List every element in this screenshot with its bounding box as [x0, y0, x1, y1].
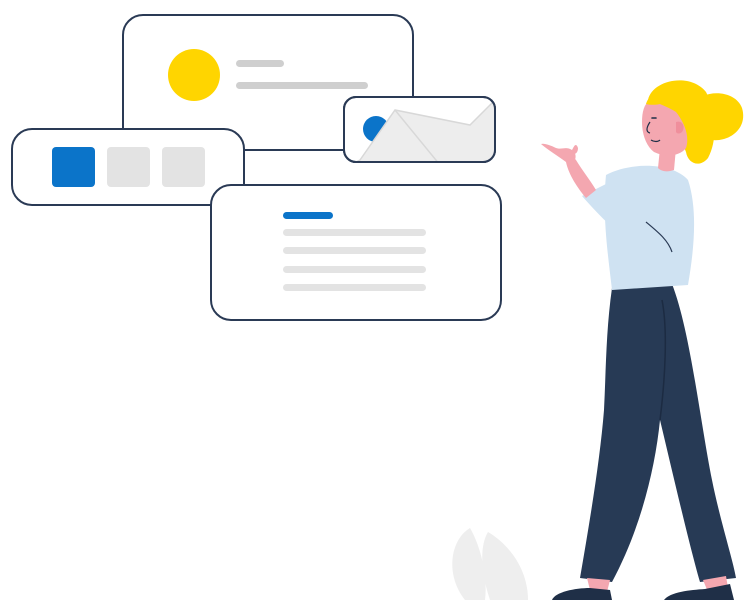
- shoe-left: [552, 588, 612, 600]
- text-card-line: [283, 266, 426, 273]
- shoe-right: [664, 584, 734, 600]
- pants: [580, 284, 736, 582]
- leaf-left: [452, 528, 486, 600]
- text-card-line: [283, 229, 426, 236]
- image-card: [343, 96, 496, 163]
- leaf-right: [482, 532, 528, 600]
- profile-name-line: [236, 60, 284, 67]
- text-card-line: [283, 247, 426, 254]
- profile-detail-line: [236, 82, 368, 89]
- tile-empty: [162, 147, 205, 187]
- text-card-heading-line: [283, 212, 333, 219]
- pointing-hand-icon: [541, 143, 576, 166]
- woman-pointing-figure: [541, 80, 744, 600]
- leaf-plant-icon: [452, 528, 528, 600]
- illustration-scene: [11, 14, 744, 600]
- text-card: [210, 184, 502, 321]
- tile-empty: [107, 147, 150, 187]
- text-card-line: [283, 284, 426, 291]
- tile-selected: [52, 147, 95, 187]
- avatar-circle-icon: [168, 49, 220, 101]
- tile-selector-card: [11, 128, 245, 206]
